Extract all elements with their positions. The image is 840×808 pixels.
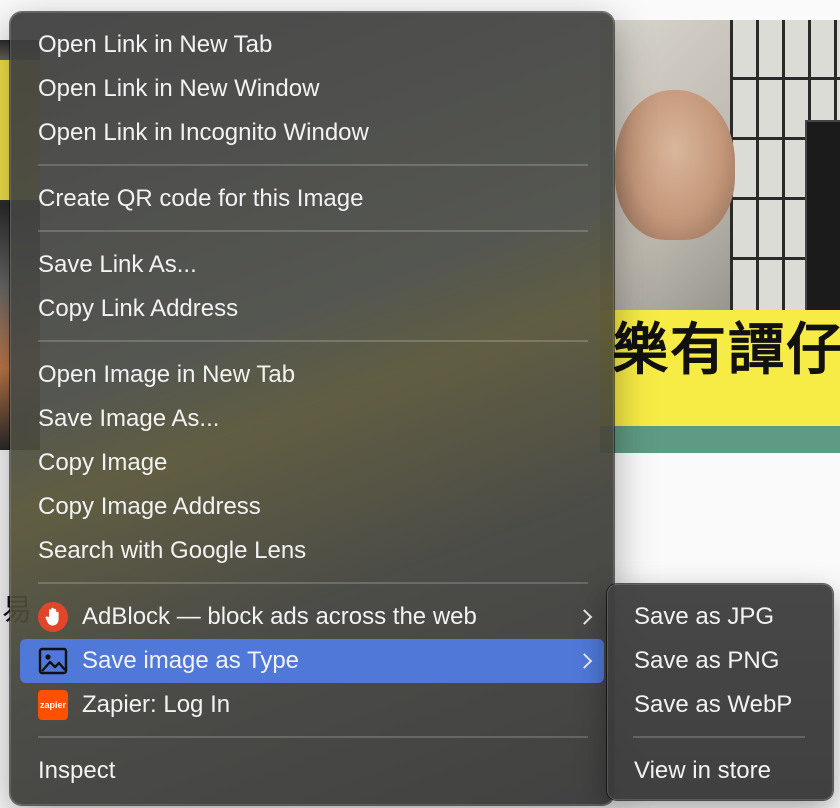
menu-separator	[38, 340, 588, 342]
menu-item-search-google-lens[interactable]: Search with Google Lens	[20, 529, 604, 573]
menu-separator	[633, 736, 805, 738]
menu-item-inspect[interactable]: Inspect	[20, 749, 604, 793]
menu-item-create-qr-code[interactable]: Create QR code for this Image	[20, 177, 604, 221]
context-menu: Open Link in New Tab Open Link in New Wi…	[10, 12, 614, 805]
adblock-hand-icon	[38, 602, 68, 632]
chevron-right-icon	[576, 609, 593, 625]
menu-separator	[38, 582, 588, 584]
save-image-type-submenu: Save as JPG Save as PNG Save as WebP Vie…	[607, 584, 833, 800]
menu-item-zapier-login[interactable]: zapier Zapier: Log In	[20, 683, 604, 727]
menu-item-copy-image-address[interactable]: Copy Image Address	[20, 485, 604, 529]
menu-item-adblock[interactable]: AdBlock — block ads across the web	[20, 595, 604, 639]
image-icon	[38, 646, 68, 676]
video-thumbnail-image[interactable]	[600, 20, 840, 453]
submenu-item-save-jpg[interactable]: Save as JPG	[615, 595, 825, 639]
menu-item-open-image-new-tab[interactable]: Open Image in New Tab	[20, 353, 604, 397]
menu-separator	[38, 736, 588, 738]
menu-item-copy-image[interactable]: Copy Image	[20, 441, 604, 485]
zapier-logo-icon: zapier	[38, 690, 68, 720]
chevron-right-icon	[576, 653, 593, 669]
thumbnail-banner-text: 樂有譚仔	[612, 318, 840, 383]
menu-separator	[38, 164, 588, 166]
menu-item-copy-link-address[interactable]: Copy Link Address	[20, 287, 604, 331]
menu-item-open-link-incognito[interactable]: Open Link in Incognito Window	[20, 111, 604, 155]
menu-item-save-link-as[interactable]: Save Link As...	[20, 243, 604, 287]
menu-separator	[38, 230, 588, 232]
menu-item-save-image-as[interactable]: Save Image As...	[20, 397, 604, 441]
menu-item-save-image-as-type[interactable]: Save image as Type	[20, 639, 604, 683]
submenu-item-view-in-store[interactable]: View in store	[615, 749, 825, 793]
submenu-item-save-png[interactable]: Save as PNG	[615, 639, 825, 683]
menu-item-open-link-new-window[interactable]: Open Link in New Window	[20, 67, 604, 111]
menu-item-open-link-new-tab[interactable]: Open Link in New Tab	[20, 23, 604, 67]
submenu-item-save-webp[interactable]: Save as WebP	[615, 683, 825, 727]
